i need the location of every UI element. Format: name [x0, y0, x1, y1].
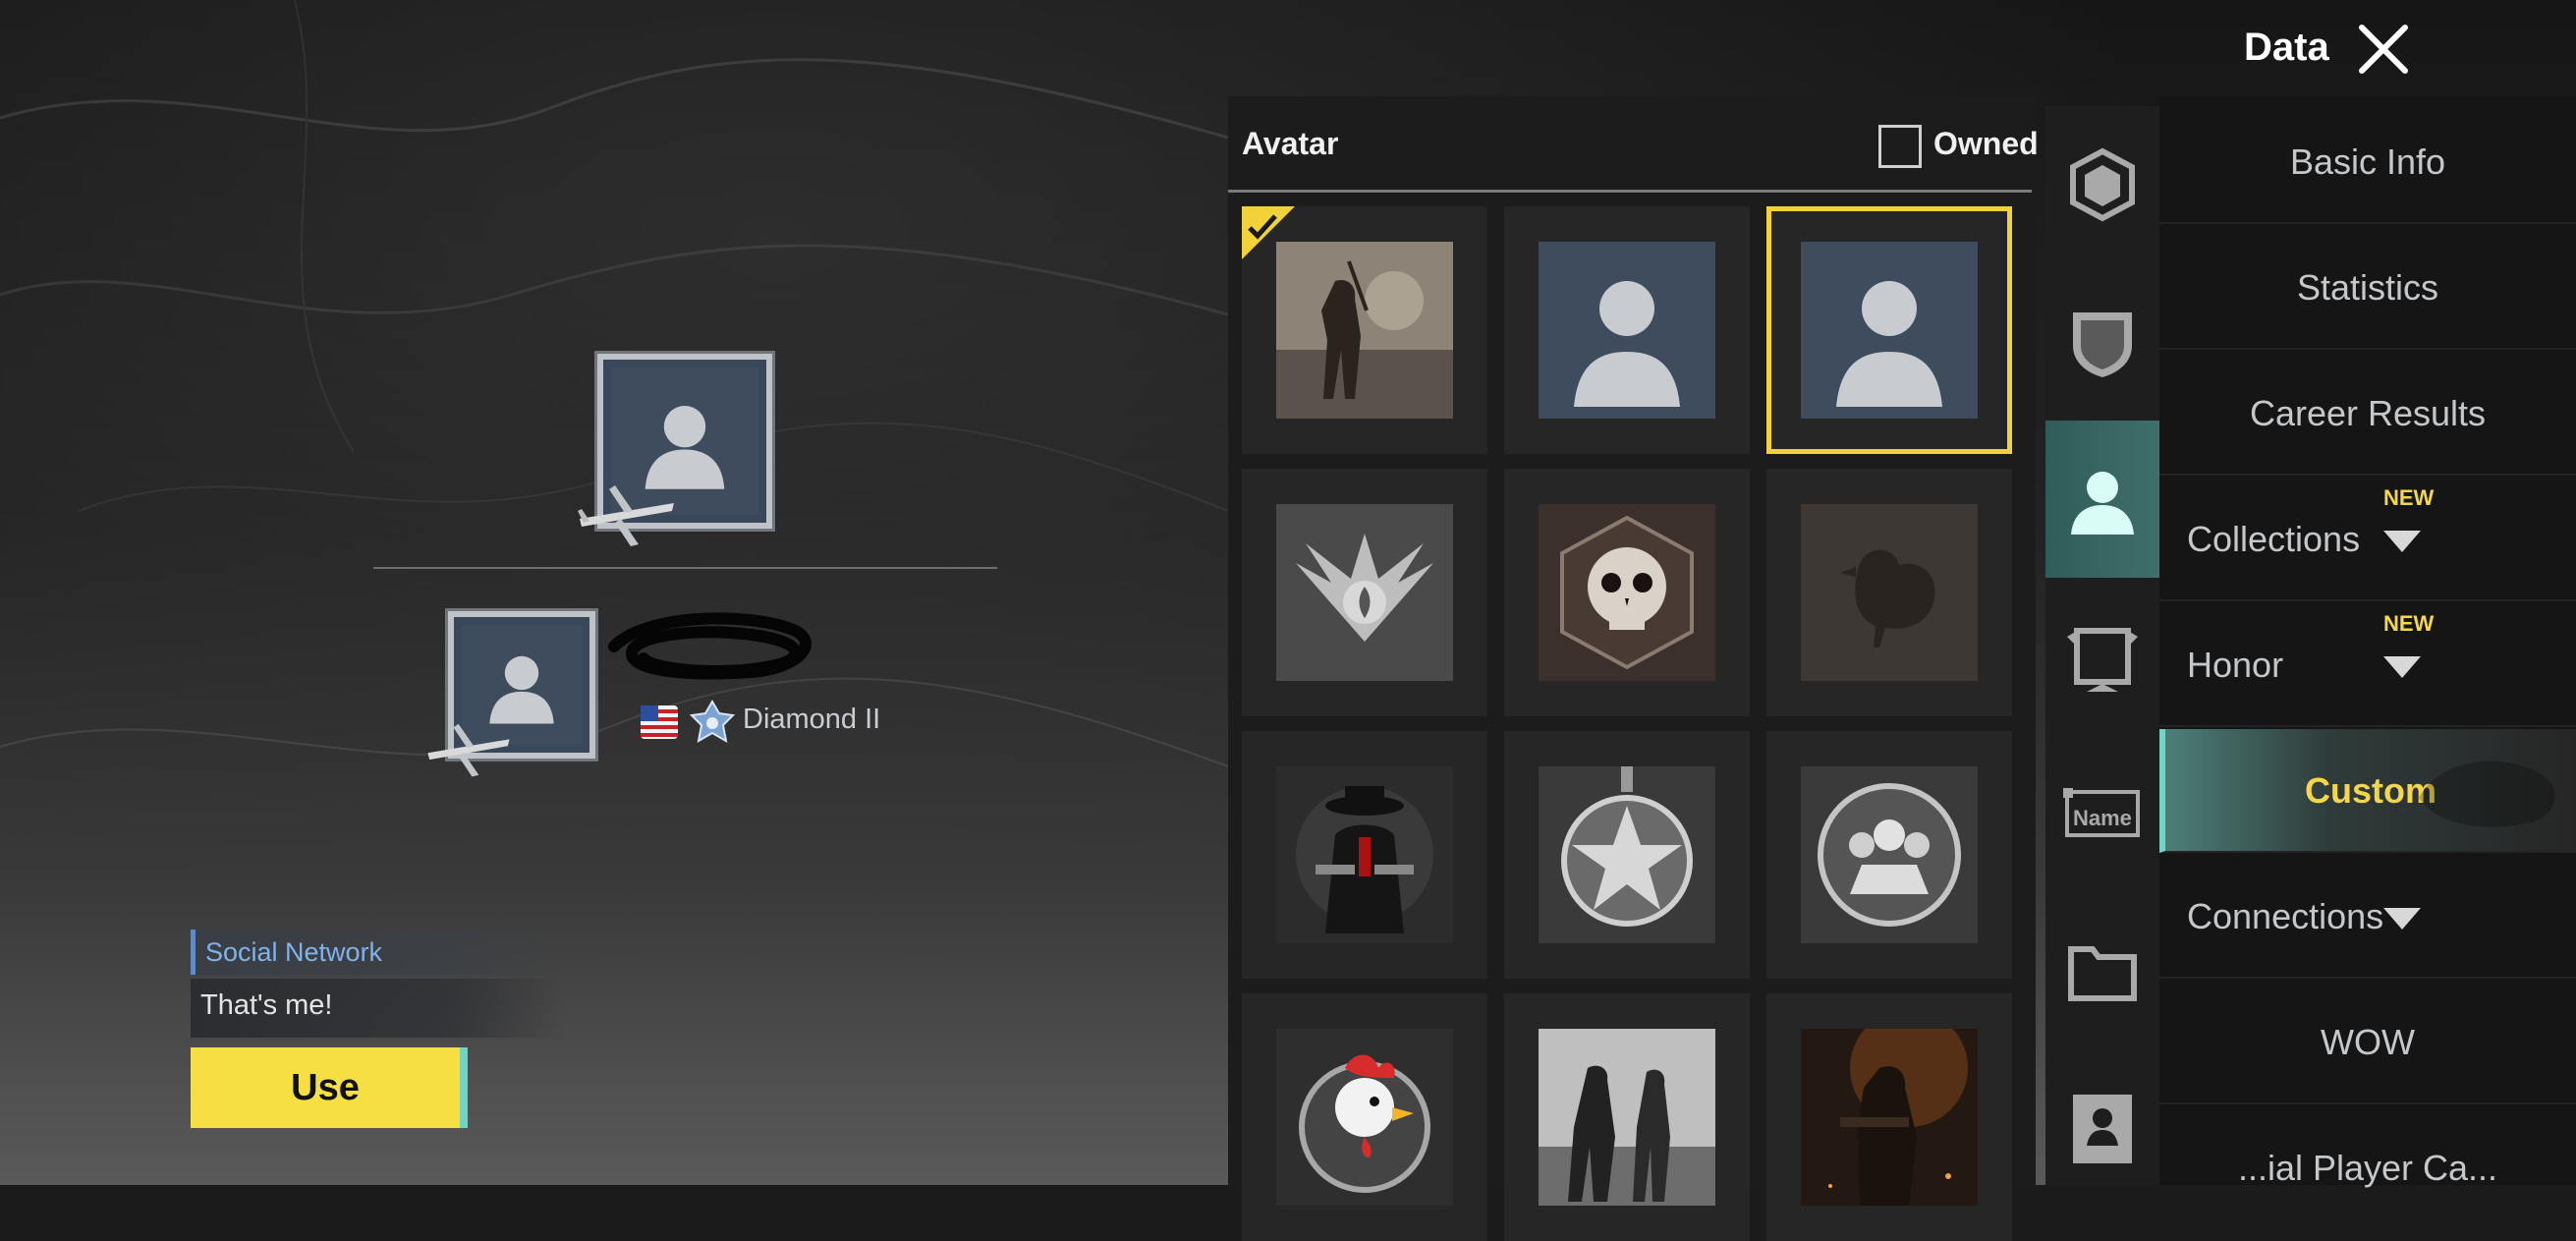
- avatar-option[interactable]: [1242, 206, 1487, 454]
- star-medal-avatar: [1539, 766, 1715, 943]
- menu-item-label: Collections: [2187, 519, 2361, 559]
- category-tab[interactable]: [2045, 578, 2159, 735]
- menu-item[interactable]: Basic Info: [2159, 100, 2576, 224]
- avatar-option[interactable]: [1504, 469, 1750, 716]
- social-network-heading: Social Network: [191, 930, 564, 975]
- us-flag-icon: [641, 705, 678, 739]
- avatar-option[interactable]: [1766, 206, 2012, 454]
- avatar-icon: [2063, 460, 2142, 543]
- menu-item-label: Statistics: [2296, 267, 2439, 308]
- fire-soldier-avatar: [1801, 1029, 1978, 1206]
- redacted-player-name: [608, 612, 812, 680]
- expand-arrow-icon: [2383, 656, 2421, 678]
- panel-title: Avatar: [1242, 126, 1339, 161]
- avatar-option[interactable]: [1242, 469, 1487, 716]
- avatar-option[interactable]: [1504, 206, 1750, 454]
- gunslinger-avatar: [1276, 766, 1453, 943]
- new-badge: NEW: [2383, 611, 2435, 636]
- avatar-option[interactable]: [1504, 731, 1750, 979]
- menu-item[interactable]: Collections NEW: [2159, 478, 2576, 601]
- avatar-option[interactable]: [1242, 993, 1487, 1241]
- soldier-silhouette-avatar: [1276, 242, 1453, 419]
- folder-icon: [2063, 931, 2142, 1015]
- plane-frame-icon: [427, 723, 510, 777]
- menu-item[interactable]: WOW: [2159, 981, 2576, 1104]
- rooster-emblem-avatar: [1276, 1029, 1453, 1206]
- menu-item-label: ...ial Player Ca...: [2237, 1148, 2498, 1188]
- category-tab[interactable]: [2045, 421, 2159, 578]
- panel-divider: [1228, 190, 2032, 193]
- custom-tab-decoration: [2399, 739, 2566, 843]
- avatar-option[interactable]: [1766, 469, 2012, 716]
- equipped-check-icon: [1242, 206, 1295, 259]
- menu-item[interactable]: Custom: [2159, 729, 2576, 853]
- menu-item-label: Basic Info: [2289, 141, 2446, 182]
- diamond-rank-icon: [690, 700, 735, 743]
- category-tab[interactable]: [2045, 1049, 2159, 1207]
- menu-item-label: Connections: [2187, 896, 2384, 936]
- social-network-text: That's me!: [191, 979, 564, 1038]
- avatar-option[interactable]: [1766, 731, 2012, 979]
- id-card-icon: [2063, 1089, 2142, 1172]
- winged-flame-emblem-avatar: [1276, 504, 1453, 681]
- close-icon[interactable]: [2356, 22, 2411, 77]
- page-title: Data: [2244, 26, 2329, 69]
- menu-item-label: WOW: [2321, 1022, 2415, 1062]
- map-contour-lines: [0, 0, 1228, 767]
- owned-filter-label[interactable]: Owned: [1933, 126, 2039, 162]
- category-tab[interactable]: [2045, 106, 2159, 263]
- menu-item-label: Career Results: [2249, 393, 2487, 433]
- menu-item[interactable]: Statistics: [2159, 226, 2576, 350]
- menu-item[interactable]: ...ial Player Ca...: [2159, 1106, 2576, 1188]
- menu-item[interactable]: Career Results: [2159, 352, 2576, 476]
- expand-arrow-icon: [2383, 531, 2421, 552]
- category-tab[interactable]: [2045, 892, 2159, 1049]
- duo-agents-avatar: [1539, 1029, 1715, 1206]
- menu-item[interactable]: Connections: [2159, 855, 2576, 979]
- menu-item-label: Honor: [2187, 645, 2284, 685]
- badge-icon: [2063, 145, 2142, 229]
- nameplate-icon-label: Name: [2073, 806, 2132, 830]
- shield-icon: [2063, 303, 2142, 386]
- owned-filter-checkbox[interactable]: [1878, 125, 1922, 168]
- default-profile-avatar: [1801, 242, 1978, 419]
- preview-divider: [373, 567, 997, 569]
- squad-emblem-avatar: [1801, 766, 1978, 943]
- avatar-option[interactable]: [1242, 731, 1487, 979]
- rank-label: Diamond II: [743, 704, 881, 735]
- category-tab[interactable]: Name: [2045, 735, 2159, 892]
- expand-arrow-icon: [2383, 908, 2421, 930]
- plane-frame-icon: [578, 485, 674, 546]
- default-profile-avatar: [1539, 242, 1715, 419]
- avatar-option[interactable]: [1504, 993, 1750, 1241]
- chicken-emblem-avatar: [1801, 504, 1978, 681]
- avatar-option[interactable]: [1766, 993, 2012, 1241]
- category-tab[interactable]: [2045, 263, 2159, 421]
- menu-item[interactable]: Honor NEW: [2159, 603, 2576, 727]
- frame-icon: [2063, 617, 2142, 701]
- skull-emblem-avatar: [1539, 504, 1715, 681]
- use-button[interactable]: Use: [191, 1047, 468, 1128]
- new-badge: NEW: [2383, 485, 2435, 510]
